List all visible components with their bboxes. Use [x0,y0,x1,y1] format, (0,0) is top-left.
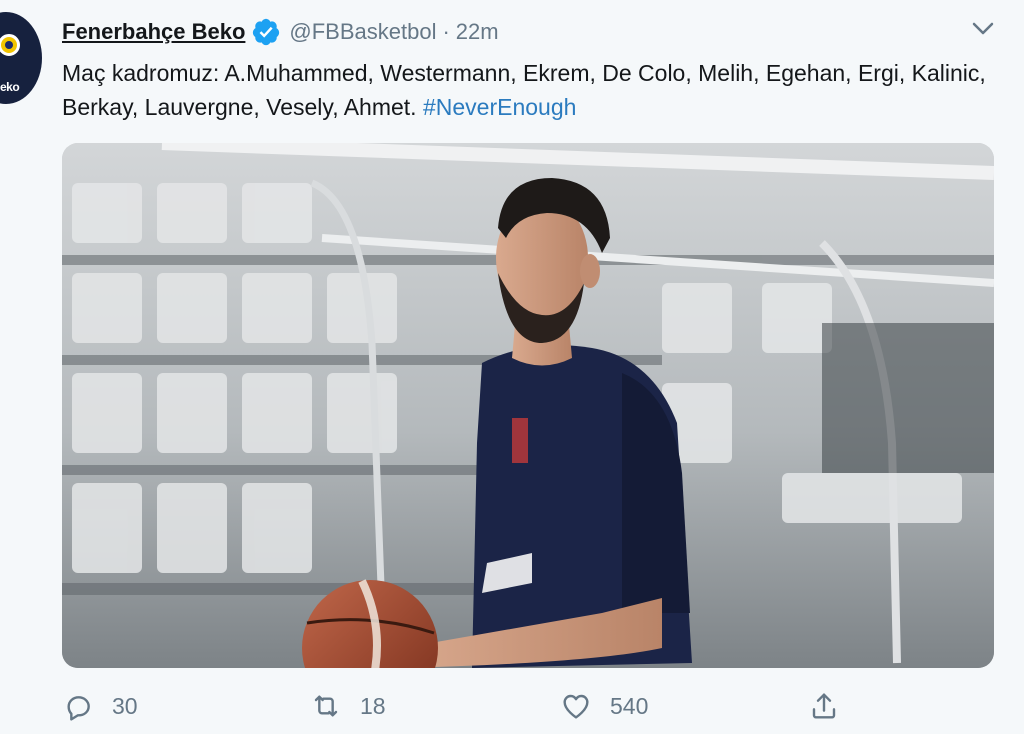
tweet-text: Maç kadromuz: A.Muhammed, Westermann, Ek… [62,56,1002,124]
share-icon [812,693,836,719]
verified-badge-icon [253,18,280,46]
retweet-button[interactable]: 18 [310,686,386,726]
tweet-card[interactable]: eko Fenerbahçe Beko @FBBasketbol · 22m M… [0,0,1024,734]
retweet-count: 18 [360,692,386,719]
timestamp[interactable]: 22m [456,19,499,45]
team-logo-icon [0,34,20,56]
chevron-down-icon[interactable] [970,18,996,40]
retweet-icon [314,695,338,717]
user-handle[interactable]: @FBBasketbol [289,19,436,45]
reply-count: 30 [112,692,138,719]
hashtag-link[interactable]: #NeverEnough [423,94,576,120]
avatar[interactable]: eko [0,12,42,104]
avatar-brand-text: eko [0,80,20,94]
heart-icon [563,694,589,719]
player-photo-image [62,143,994,668]
tweet-actions: 30 18 540 [62,686,862,726]
share-button[interactable] [808,686,840,726]
like-count: 540 [610,692,649,719]
like-button[interactable]: 540 [560,686,648,726]
separator-dot: · [442,19,450,44]
tweet-photo[interactable] [62,143,994,668]
tweet-header: Fenerbahçe Beko @FBBasketbol · 22m [62,16,499,48]
reply-button[interactable]: 30 [62,686,138,726]
reply-icon [67,696,90,721]
display-name[interactable]: Fenerbahçe Beko [62,19,245,45]
